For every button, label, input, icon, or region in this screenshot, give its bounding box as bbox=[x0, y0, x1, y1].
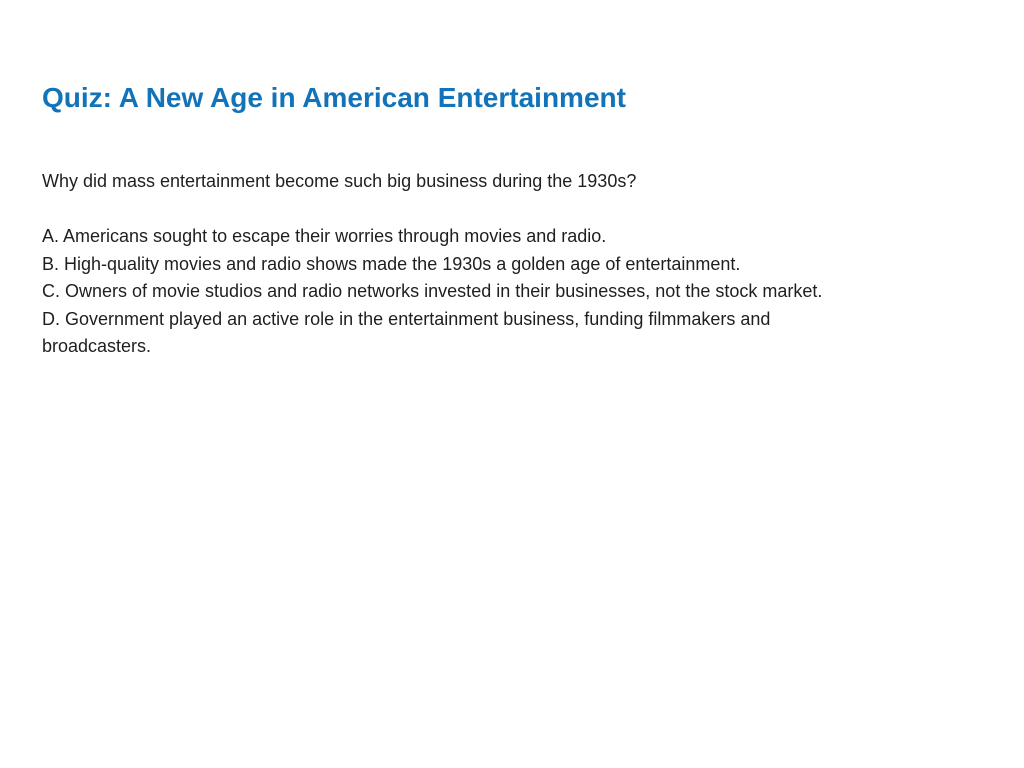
slide-title: Quiz: A New Age in American Entertainmen… bbox=[42, 82, 626, 113]
quiz-question: Why did mass entertainment become such b… bbox=[42, 171, 637, 191]
answer-choices: A. Americans sought to escape their worr… bbox=[42, 223, 882, 361]
answer-choice-a: A. Americans sought to escape their worr… bbox=[42, 226, 607, 246]
answer-choice-d: D. Government played an active role in t… bbox=[42, 308, 771, 357]
answer-choice-b: B. High-quality movies and radio shows m… bbox=[42, 253, 741, 274]
slide-body: Why did mass entertainment become such b… bbox=[42, 168, 882, 361]
slide: Quiz: A New Age in American Entertainmen… bbox=[0, 0, 1024, 768]
answer-choice-c: C. Owners of movie studios and radio net… bbox=[42, 281, 823, 301]
